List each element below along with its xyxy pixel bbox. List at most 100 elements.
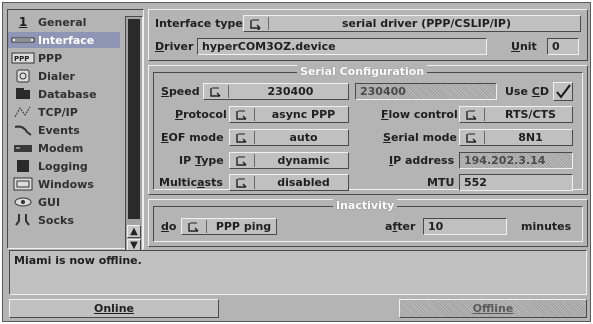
ip-address-label: IP address	[389, 154, 455, 167]
inactivity-action-cycle[interactable]: PPP ping	[181, 218, 277, 235]
multicasts-cycle[interactable]: disabled	[229, 174, 349, 191]
sidebar-item-logging[interactable]: Logging	[8, 158, 120, 174]
serial-config-panel: Serial Configuration Speed 230400 230400…	[148, 65, 588, 195]
sidebar-item-windows[interactable]: Windows	[8, 176, 120, 192]
modem-icon	[8, 141, 38, 155]
serial-mode-value: 8N1	[518, 131, 543, 144]
sidebar-item-interface[interactable]: Interface	[8, 32, 120, 48]
interface-type-cycle[interactable]: serial driver (PPP/CSLIP/IP)	[243, 15, 581, 32]
socks-icon	[8, 213, 38, 227]
inactivity-title: Inactivity	[333, 199, 398, 212]
sidebar-item-label: Database	[38, 87, 97, 101]
flow-control-cycle[interactable]: RTS/CTS	[459, 106, 573, 123]
serial-mode-label: Serial mode	[383, 131, 457, 144]
sidebar-item-socks[interactable]: Socks	[8, 212, 120, 228]
sidebar-item-tcpip[interactable]: TCP/IP	[8, 104, 120, 120]
mtu-field[interactable]: 552	[459, 174, 573, 191]
database-icon	[8, 87, 38, 101]
sidebar-item-label: GUI	[38, 195, 61, 209]
serial-mode-cycle[interactable]: 8N1	[459, 129, 573, 146]
sidebar-item-label: Dialer	[38, 69, 75, 83]
interface-icon	[8, 33, 38, 47]
sidebar-item-label: Logging	[38, 159, 88, 173]
use-cd-label: Use CD	[505, 85, 549, 98]
driver-field[interactable]: hyperCOM3OZ.device	[197, 38, 487, 55]
sidebar-item-events[interactable]: Events	[8, 122, 120, 138]
inactivity-panel: Inactivity do PPP ping after 10 minutes	[148, 199, 588, 247]
sidebar-item-label: Modem	[38, 141, 84, 155]
cycle-icon	[233, 131, 251, 144]
sidebar-item-label: PPP	[38, 51, 63, 65]
minutes-label: minutes	[521, 220, 572, 233]
cycle-icon	[233, 176, 251, 189]
sidebar-item-label: Interface	[38, 33, 95, 47]
gui-icon	[8, 195, 38, 209]
speed-cycle[interactable]: 230400	[203, 83, 349, 100]
speed-value: 230400	[267, 85, 314, 98]
offline-button-label: Offline	[472, 302, 514, 315]
multicasts-label: Multicasts	[159, 176, 223, 189]
interface-type-label: Interface type	[155, 17, 243, 30]
protocol-cycle[interactable]: async PPP	[229, 106, 349, 123]
inactivity-action-value: PPP ping	[215, 220, 272, 233]
eof-mode-value: auto	[289, 131, 318, 144]
svg-text:PPP: PPP	[14, 55, 29, 63]
ip-address-field[interactable]: 194.202.3.14	[459, 152, 573, 169]
inactivity-after-field[interactable]: 10	[423, 218, 507, 235]
general-icon: 1	[18, 15, 28, 29]
sidebar-item-database[interactable]: Database	[8, 86, 120, 102]
do-label: do	[161, 220, 177, 233]
events-icon	[8, 123, 38, 137]
sidebar-item-label: Windows	[38, 177, 94, 191]
unit-field[interactable]: 0	[547, 38, 579, 55]
sidebar-item-general[interactable]: 1 General	[8, 14, 120, 30]
cycle-icon	[463, 108, 481, 121]
sidebar: 1 General Interface PPP PPP Dialer Datab…	[7, 9, 144, 254]
sidebar-item-gui[interactable]: GUI	[8, 194, 120, 210]
flow-control-label: Flow control	[381, 108, 458, 121]
checkmark-icon	[556, 84, 571, 99]
speed-field[interactable]: 230400	[355, 83, 497, 100]
multicasts-value: disabled	[277, 176, 330, 189]
status-log: Miami is now offline.	[9, 250, 587, 295]
online-button[interactable]: Online	[9, 299, 219, 318]
miami-window: 1 General Interface PPP PPP Dialer Datab…	[2, 2, 591, 322]
cycle-icon	[463, 131, 481, 144]
sidebar-item-modem[interactable]: Modem	[8, 140, 120, 156]
ip-type-label: IP Type	[179, 154, 224, 167]
cycle-icon	[185, 220, 203, 233]
tcpip-icon	[8, 105, 38, 119]
protocol-value: async PPP	[271, 108, 336, 121]
use-cd-checkbox[interactable]	[553, 82, 573, 101]
protocol-label: Protocol	[175, 108, 227, 121]
logging-icon	[8, 159, 38, 173]
speed-label: Speed	[161, 85, 200, 98]
sidebar-item-label: Socks	[38, 213, 74, 227]
scroll-up-arrow-icon[interactable]: ▲	[127, 225, 141, 238]
online-button-label: Online	[93, 302, 134, 315]
cycle-icon	[233, 154, 251, 167]
unit-label: Unit	[511, 40, 537, 53]
eof-mode-cycle[interactable]: auto	[229, 129, 349, 146]
ppp-icon: PPP	[8, 51, 38, 65]
dialer-icon	[8, 69, 38, 83]
sidebar-item-dialer[interactable]: Dialer	[8, 68, 120, 84]
status-message: Miami is now offline.	[14, 254, 142, 267]
flow-control-value: RTS/CTS	[505, 108, 556, 121]
offline-button[interactable]: Offline	[399, 299, 587, 318]
ip-type-cycle[interactable]: dynamic	[229, 152, 349, 169]
sidebar-item-ppp[interactable]: PPP PPP	[8, 50, 120, 66]
sidebar-item-label: General	[38, 15, 87, 29]
sidebar-item-label: TCP/IP	[38, 105, 78, 119]
sidebar-scrollbar[interactable]: ▲ ▼	[125, 16, 143, 254]
scrollbar-knob[interactable]	[128, 19, 140, 219]
serial-config-title: Serial Configuration	[297, 65, 428, 78]
eof-mode-label: EOF mode	[161, 131, 224, 144]
windows-icon	[8, 177, 38, 191]
after-label: after	[385, 220, 416, 233]
cycle-icon	[247, 17, 265, 30]
ip-type-value: dynamic	[277, 154, 330, 167]
interface-panel: Interface type serial driver (PPP/CSLIP/…	[148, 9, 588, 61]
mtu-label: MTU	[427, 176, 455, 189]
cycle-icon	[233, 108, 251, 121]
